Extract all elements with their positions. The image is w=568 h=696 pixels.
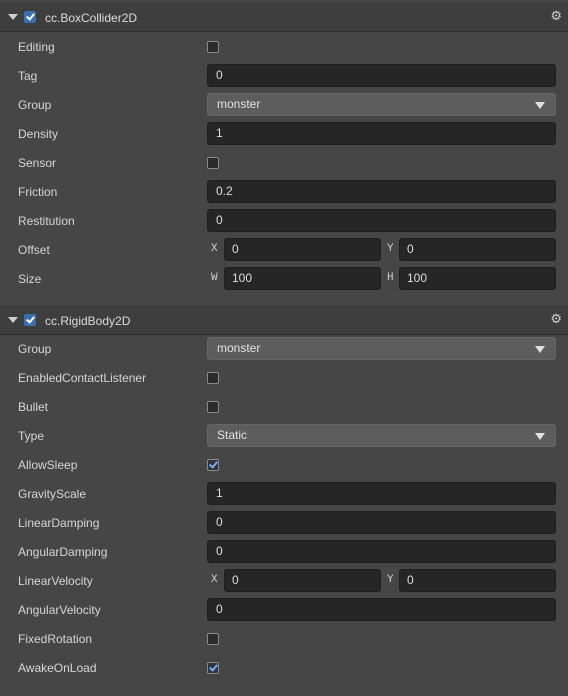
size-w-input[interactable]: 100 xyxy=(224,267,381,290)
group-select-value: monster xyxy=(217,97,261,111)
component-title: cc.BoxCollider2D xyxy=(45,11,138,25)
size-row: Size W 100 H 100 xyxy=(0,265,568,294)
group-select[interactable]: monster xyxy=(207,93,556,116)
allow-sleep-label: AllowSleep xyxy=(18,458,78,472)
group-row: Group monster xyxy=(0,91,568,120)
gravity-scale-label: GravityScale xyxy=(18,487,87,501)
type-row: Type Static xyxy=(0,422,568,451)
dropdown-arrow-icon xyxy=(535,102,545,109)
size-h-input[interactable]: 100 xyxy=(399,267,556,290)
editing-row: Editing xyxy=(0,33,568,62)
density-row: Density 1 xyxy=(0,120,568,149)
editing-checkbox[interactable] xyxy=(207,41,219,53)
offset-label: Offset xyxy=(18,243,50,257)
editing-label: Editing xyxy=(18,40,55,54)
enabled-contact-listener-row: EnabledContactListener xyxy=(0,364,568,393)
angular-velocity-label: AngularVelocity xyxy=(18,603,101,617)
type-select[interactable]: Static xyxy=(207,424,556,447)
linear-damping-row: LinearDamping 0 xyxy=(0,509,568,538)
linear-velocity-y-input[interactable]: 0 xyxy=(399,569,556,592)
restitution-input[interactable]: 0 xyxy=(207,209,556,232)
linear-damping-label: LinearDamping xyxy=(18,516,100,530)
awake-on-load-checkbox[interactable] xyxy=(207,662,219,674)
angular-velocity-row: AngularVelocity 0 xyxy=(0,596,568,625)
friction-label: Friction xyxy=(18,185,58,199)
sensor-label: Sensor xyxy=(18,156,57,170)
type-select-value: Static xyxy=(217,428,248,442)
linear-damping-input[interactable]: 0 xyxy=(207,511,556,534)
density-input[interactable]: 1 xyxy=(207,122,556,145)
rigid-body-header: cc.RigidBody2D ⚙ xyxy=(0,305,568,335)
tag-input[interactable]: 0 xyxy=(207,64,556,87)
rb-group-row: Group monster xyxy=(0,335,568,364)
friction-row: Friction 0.2 xyxy=(0,178,568,207)
sensor-row: Sensor xyxy=(0,149,568,178)
box-collider-header: cc.BoxCollider2D ⚙ xyxy=(0,2,568,32)
bullet-label: Bullet xyxy=(18,400,49,414)
angular-damping-input[interactable]: 0 xyxy=(207,540,556,563)
awake-on-load-row: AwakeOnLoad xyxy=(0,654,568,683)
offset-x-input[interactable]: 0 xyxy=(224,238,381,261)
rb-group-select[interactable]: monster xyxy=(207,337,556,360)
size-w-axis-label: W xyxy=(211,272,218,284)
gear-icon[interactable]: ⚙ xyxy=(550,312,562,326)
angular-damping-row: AngularDamping 0 xyxy=(0,538,568,567)
group-label: Group xyxy=(18,98,52,112)
fixed-rotation-row: FixedRotation xyxy=(0,625,568,654)
tag-label: Tag xyxy=(18,69,38,83)
linear-velocity-x-input[interactable]: 0 xyxy=(224,569,381,592)
gravity-scale-row: GravityScale 1 xyxy=(0,480,568,509)
restitution-label: Restitution xyxy=(18,214,75,228)
dropdown-arrow-icon xyxy=(535,433,545,440)
offset-x-axis-label: X xyxy=(211,243,218,255)
triangle-down-icon[interactable] xyxy=(8,317,18,323)
angular-damping-label: AngularDamping xyxy=(18,545,108,559)
bullet-checkbox[interactable] xyxy=(207,401,219,413)
gear-icon[interactable]: ⚙ xyxy=(550,9,562,23)
friction-input[interactable]: 0.2 xyxy=(207,180,556,203)
linear-velocity-row: LinearVelocity X 0 Y 0 xyxy=(0,567,568,596)
allow-sleep-checkbox[interactable] xyxy=(207,459,219,471)
rb-group-select-value: monster xyxy=(217,341,261,355)
offset-y-input[interactable]: 0 xyxy=(399,238,556,261)
gravity-scale-input[interactable]: 1 xyxy=(207,482,556,505)
angular-velocity-input[interactable]: 0 xyxy=(207,598,556,621)
offset-y-axis-label: Y xyxy=(387,243,394,255)
linear-velocity-x-axis-label: X xyxy=(211,574,218,586)
component-title: cc.RigidBody2D xyxy=(45,314,131,328)
fixed-rotation-checkbox[interactable] xyxy=(207,633,219,645)
sensor-checkbox[interactable] xyxy=(207,157,219,169)
enabled-contact-listener-label: EnabledContactListener xyxy=(18,371,147,385)
rigid-body-enabled-checkbox[interactable] xyxy=(24,314,36,326)
dropdown-arrow-icon xyxy=(535,346,545,353)
fixed-rotation-label: FixedRotation xyxy=(18,632,93,646)
size-label: Size xyxy=(18,272,42,286)
bullet-row: Bullet xyxy=(0,393,568,422)
restitution-row: Restitution 0 xyxy=(0,207,568,236)
allow-sleep-row: AllowSleep xyxy=(0,451,568,480)
box-collider-enabled-checkbox[interactable] xyxy=(24,11,36,23)
enabled-contact-listener-checkbox[interactable] xyxy=(207,372,219,384)
size-h-axis-label: H xyxy=(387,272,394,284)
linear-velocity-label: LinearVelocity xyxy=(18,574,93,588)
density-label: Density xyxy=(18,127,59,141)
offset-row: Offset X 0 Y 0 xyxy=(0,236,568,265)
triangle-down-icon[interactable] xyxy=(8,14,18,20)
tag-row: Tag 0 xyxy=(0,62,568,91)
rb-group-label: Group xyxy=(18,342,52,356)
type-label: Type xyxy=(18,429,45,443)
awake-on-load-label: AwakeOnLoad xyxy=(18,661,97,675)
linear-velocity-y-axis-label: Y xyxy=(387,574,394,586)
